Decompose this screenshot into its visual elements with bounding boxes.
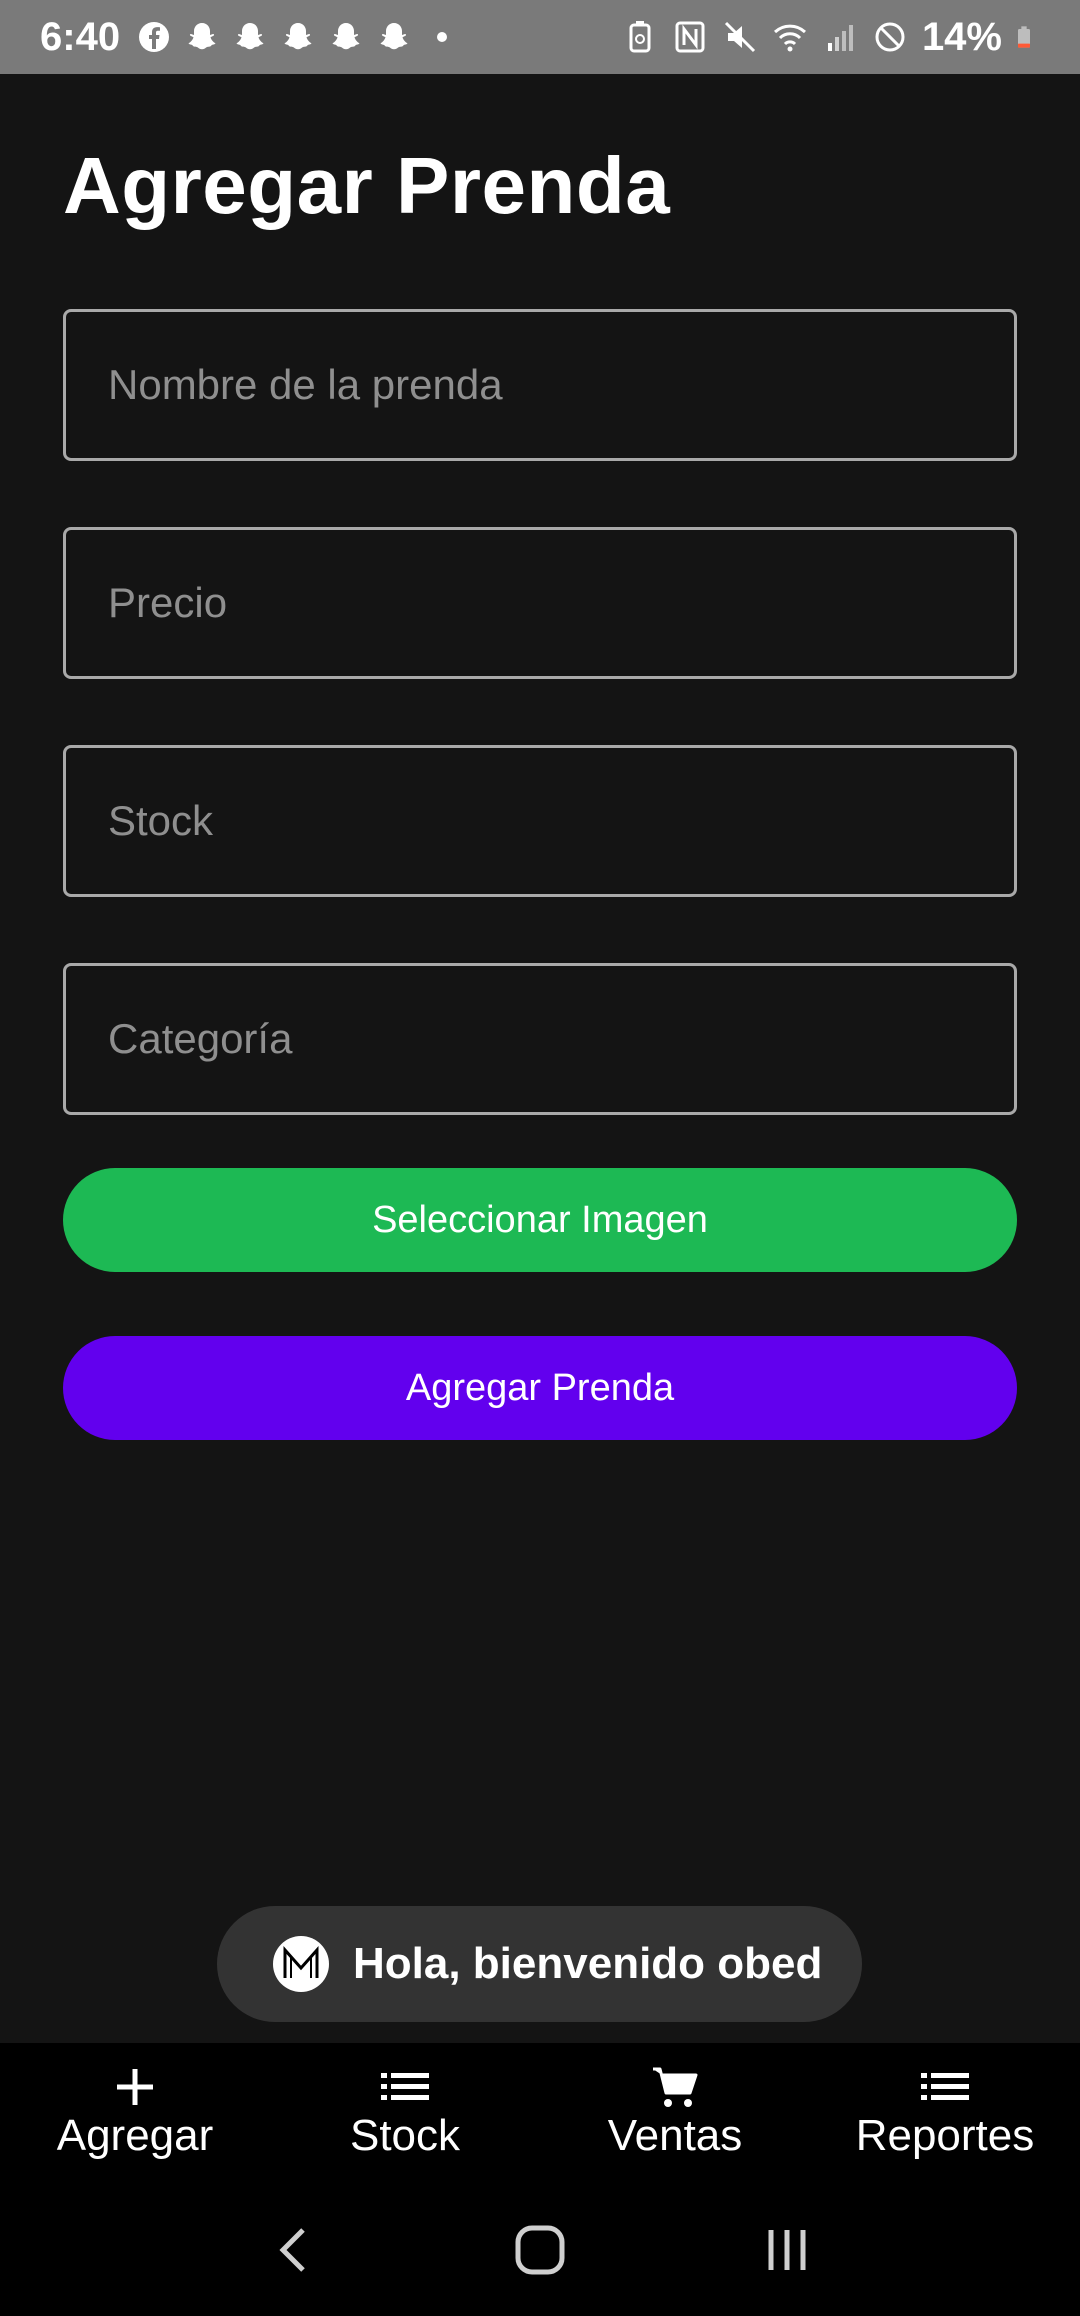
select-image-button[interactable]: Seleccionar Imagen <box>63 1168 1017 1272</box>
dot-icon <box>437 32 448 42</box>
app-screen: 6:40 14% Agregar Prenda Nombre de la pre… <box>0 0 1080 2316</box>
system-status-icons: 14% <box>622 15 1040 60</box>
cart-icon <box>653 2067 698 2107</box>
toast-message: Hola, bienvenido obed <box>353 1939 823 1988</box>
battery-icon <box>1018 26 1030 48</box>
nav-label-stock: Stock <box>349 2111 461 2160</box>
snapchat-icon <box>188 23 216 50</box>
status-bar: 6:40 14% <box>0 0 1080 74</box>
app-logo-icon <box>273 1936 329 1992</box>
home-button[interactable] <box>505 2215 575 2285</box>
price-field[interactable] <box>63 527 1017 679</box>
bottom-nav: Agregar Stock Ventas Reportes <box>0 2043 1080 2183</box>
do-not-disturb-icon <box>875 22 905 52</box>
facebook-icon <box>139 22 170 52</box>
nav-item-reportes[interactable]: Reportes <box>810 2043 1080 2183</box>
nav-label-ventas: Ventas <box>607 2111 743 2160</box>
name-input[interactable] <box>66 312 1014 458</box>
nav-label-agregar: Agregar <box>56 2111 214 2160</box>
signal-icon <box>827 25 853 51</box>
page-title: Agregar Prenda <box>63 141 671 230</box>
category-field[interactable] <box>63 963 1017 1115</box>
nav-label-reportes: Reportes <box>855 2111 1035 2160</box>
list-icon <box>381 2073 429 2100</box>
welcome-toast: Hola, bienvenido obed <box>217 1906 862 2022</box>
snapchat-icon <box>332 23 360 50</box>
recent-apps-icon <box>768 2229 806 2270</box>
stock-field[interactable] <box>63 745 1017 897</box>
name-field[interactable] <box>63 309 1017 461</box>
snapchat-icon <box>380 23 408 50</box>
add-garment-button[interactable]: Agregar Prenda <box>63 1336 1017 1440</box>
stock-input[interactable] <box>66 748 1014 894</box>
battery-percent: 14% <box>921 14 1002 59</box>
nfc-icon <box>675 21 705 53</box>
home-icon <box>515 2225 565 2274</box>
recent-apps-button[interactable] <box>752 2215 822 2285</box>
back-button[interactable] <box>258 2215 328 2285</box>
snapchat-icon <box>236 23 264 50</box>
snapchat-icon <box>284 23 312 50</box>
list-icon <box>921 2073 969 2100</box>
status-time: 6:40 <box>40 14 121 59</box>
back-icon <box>279 2227 306 2272</box>
nav-item-stock[interactable]: Stock <box>270 2043 540 2183</box>
mute-icon <box>724 21 755 53</box>
category-input[interactable] <box>66 966 1014 1112</box>
price-input[interactable] <box>66 530 1014 676</box>
system-nav-bar <box>0 2183 1080 2316</box>
nav-item-ventas[interactable]: Ventas <box>540 2043 810 2183</box>
plus-icon <box>117 2069 153 2105</box>
nav-item-agregar[interactable]: Agregar <box>0 2043 270 2183</box>
battery-saver-icon <box>629 21 651 53</box>
wifi-icon <box>773 24 806 52</box>
notification-icons <box>136 19 460 55</box>
